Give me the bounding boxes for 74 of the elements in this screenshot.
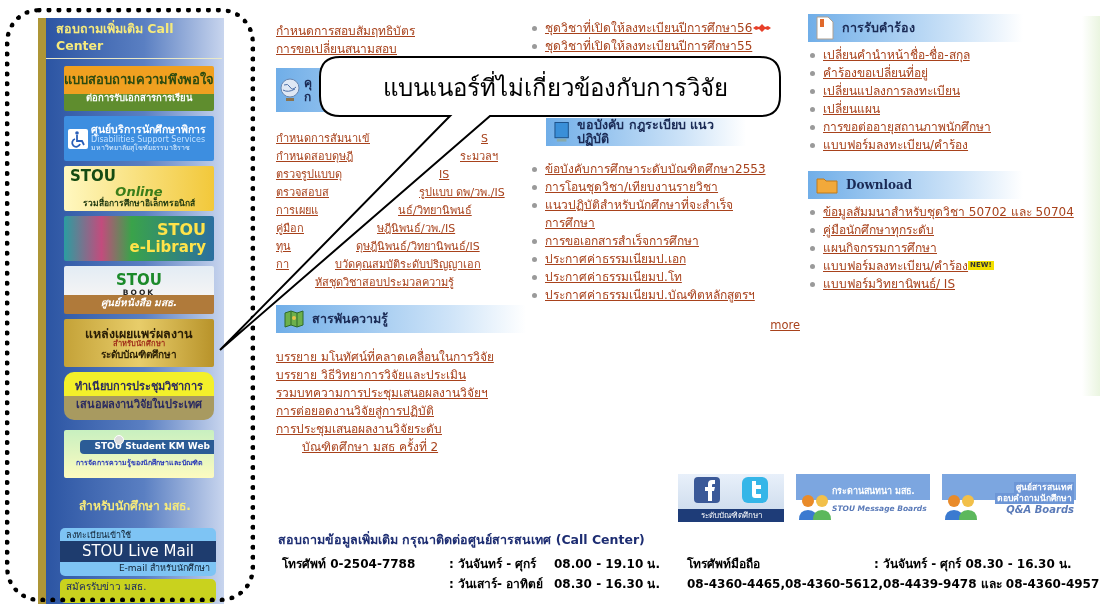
- article-link[interactable]: รูปแบบ ดพ/วพ./IS: [419, 184, 530, 202]
- article-link[interactable]: กำหนดสอบดุษฎี: [276, 148, 460, 166]
- article-link[interactable]: บวัดคุณสมบัติระดับปริญญาเอก: [335, 256, 530, 274]
- article-link[interactable]: เปลี่ยนแผน: [823, 100, 880, 118]
- weekday-label: : วันจันทร์ - ศุกร์: [449, 556, 538, 573]
- conference-banner[interactable]: ทำเนียบการประชุมวิชาการ เสนอผลงานวิจัยในประเทศ: [64, 372, 214, 420]
- people-icon: [944, 492, 978, 520]
- article-link[interactable]: นธ์/วิทยานิพนธ์: [398, 202, 530, 220]
- article-link[interactable]: ข้อบังคับการศึกษาระดับบัณฑิตศึกษา2553: [545, 160, 766, 178]
- article-link[interactable]: ตรวจรูปแบบดุ: [276, 166, 439, 184]
- article-link[interactable]: ข้อมูลสัมมนาสำหรับชุดวิชา 50702 และ 50704: [823, 203, 1074, 221]
- article-link[interactable]: ชุดวิชาที่เปิดให้ลงทะเบียนปีการศึกษา55: [545, 37, 753, 55]
- article-link[interactable]: กา: [276, 256, 335, 274]
- weekend-label: : วันเสาร์- อาทิตย์: [449, 576, 545, 593]
- article-link[interactable]: เปลี่ยนคำนำหน้าชื่อ-ชื่อ-สกุล: [823, 46, 970, 64]
- article-link[interactable]: กำหนดการสอบสัมฤทธิบัตร: [276, 22, 415, 40]
- article-link[interactable]: ดุษฎีนิพนธ์/วิทยานิพนธ์/IS: [356, 238, 530, 256]
- article-link[interactable]: ระมวลฯ: [460, 148, 530, 166]
- article-link[interactable]: การขอต่ออายุสถานภาพนักศึกษา: [823, 118, 991, 136]
- article-link[interactable]: แบบฟอร์มลงทะเบียน/คำร้อง: [823, 136, 969, 154]
- globe-icon: [279, 78, 301, 102]
- more-link[interactable]: more: [770, 318, 800, 332]
- twitter-icon: [742, 477, 768, 503]
- article-link[interactable]: บรรยาย วิธีวิทยาการวิจัยและประเมิน: [276, 366, 466, 384]
- article-link[interactable]: การโอนชุดวิชา/เทียบงานรายวิชา: [545, 178, 719, 196]
- article-link[interactable]: ทุน: [276, 238, 356, 256]
- article-link[interactable]: แผนกิจกรรมการศึกษา: [823, 239, 937, 257]
- library-banner[interactable]: STOU e-Library: [64, 216, 214, 261]
- survey-banner[interactable]: แบบสอบถามความพึงพอใจ ต่อการรับเอกสารการเรียน: [64, 66, 214, 111]
- article-link[interactable]: คู่มือก: [276, 220, 377, 238]
- contact-heading: สอบถามข้อมูลเพิ่มเติม กรุณาติดต่อศูนย์สารสนเทศ (Call Center): [278, 530, 646, 550]
- document-icon: [816, 16, 834, 40]
- article-link[interactable]: ษฎีนิพนธ์/วพ./IS: [377, 220, 530, 238]
- social-links-banner[interactable]: ระดับบัณฑิตศึกษา: [678, 474, 784, 522]
- article-link[interactable]: การขอเอกสารสำเร็จการศึกษา: [545, 232, 699, 250]
- article-link[interactable]: แบบฟอร์มวิทยานิพนธ์/ IS: [823, 275, 955, 293]
- article-link[interactable]: กำหนดการสัมนาเข้: [276, 130, 481, 148]
- folder-icon: [816, 176, 838, 194]
- mobile-hours: : วันจันทร์ - ศุกร์ 08.30 - 16.30 น.: [874, 556, 1073, 573]
- article-link[interactable]: การเผยแ: [276, 202, 398, 220]
- article-link[interactable]: เปลี่ยนแปลงการลงทะเบียน: [823, 82, 960, 100]
- article-link[interactable]: บรรยาย มโนทัศน์ที่คลาดเคลื่อนในการวิจัย: [276, 348, 494, 366]
- article-link[interactable]: ตรวจสอบส: [276, 184, 419, 202]
- article-link[interactable]: คู่มือนักศึกษาทุกระดับ: [823, 221, 934, 239]
- monitor-icon: [554, 121, 570, 143]
- article-link[interactable]: แบบฟอร์มลงทะเบียน/คำร้อง: [823, 257, 969, 275]
- call-center-title: สอบถามเพิ่มเติม Call Center: [46, 18, 222, 59]
- article-link[interactable]: ประกาศค่าธรรมเนียมป.บัณฑิตหลักสูตรฯ: [545, 286, 755, 304]
- article-link[interactable]: หัสชุดวิชาสอบประมวลความรู้: [315, 274, 530, 292]
- map-icon: [284, 310, 304, 328]
- article-link[interactable]: ประกาศค่าธรรมเนียมป.เอก: [545, 250, 686, 268]
- article-link[interactable]: รวมบทความการประชุมเสนอผลงานวิจัยฯ: [276, 384, 488, 402]
- article-link[interactable]: ชุดวิชาที่เปิดให้ลงทะเบียนปีการศึกษา56: [545, 19, 753, 37]
- qa-board-banner[interactable]: ศูนย์สารสนเทศ ตอบคำถามนักศึกษา Q&A Boards: [942, 474, 1076, 522]
- mobile-numbers: 08-4360-4465,08-4360-5612,08-4439-9478 และ 08-4360-4957: [687, 576, 1100, 593]
- people-icon: [798, 492, 832, 520]
- online-banner[interactable]: STOU Online รวมสื่อการศึกษาอิเล็กทรอนิกส์: [64, 166, 214, 211]
- article-link[interactable]: การประชุมเสนอผลงานวิจัยระดับ บัณฑิตศึกษา มสธ ครั้งที่ 2: [276, 420, 442, 456]
- article-link[interactable]: ประกาศค่าธรรมเนียมป.โท: [545, 268, 682, 286]
- weekday-hours: 08.00 - 19.10 น.: [554, 556, 661, 573]
- article-link[interactable]: IS: [439, 166, 530, 184]
- office-phone: โทรศัพท์ 0-2504-7788: [282, 556, 417, 573]
- article-link[interactable]: คำร้องขอเปลี่ยนที่อยู่: [823, 64, 928, 82]
- facebook-icon: [694, 477, 720, 503]
- wheelchair-icon: [68, 128, 88, 149]
- article-link[interactable]: S: [481, 130, 530, 148]
- mobile-label: โทรศัพท์มือถือ: [687, 556, 761, 573]
- mail-banner[interactable]: ลงทะเบียนเข้าใช้ STOU Live Mail E-mail สำหรับนักศึกษา: [60, 528, 216, 576]
- student-section-title: สำหรับนักศึกษา มสธ.: [78, 498, 192, 515]
- weekend-hours: 08.30 - 16.30 น.: [554, 576, 661, 593]
- article-link[interactable]: การขอเปลี่ยนสนามสอบ: [276, 40, 397, 58]
- article-link[interactable]: แนวปฏิบัติสำหรับนักศึกษาที่จะสำเร็จ การศึกษา: [545, 196, 733, 232]
- article-link[interactable]: การต่อยอดงานวิจัยสู่การปฏิบัติ: [276, 402, 434, 420]
- news-banner[interactable]: สมัครรับข่าว มสธ.: [60, 579, 216, 603]
